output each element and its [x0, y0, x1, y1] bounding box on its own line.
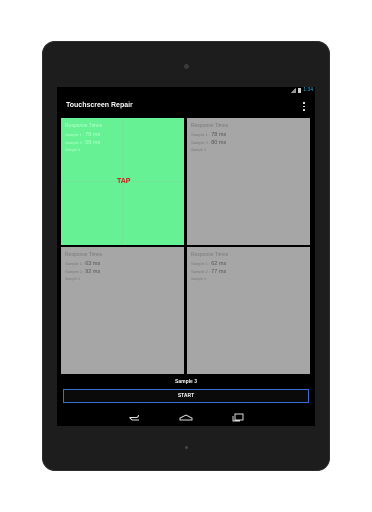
- sample-2-value: 77 ms: [211, 269, 227, 275]
- response-times-label: Response Times: [191, 123, 229, 129]
- touch-test-grid: Response Times Sample 1 : 78 ms Sample 2…: [61, 118, 311, 374]
- touch-cell-3[interactable]: Response Times Sample 1 : 63 ms Sample 2…: [61, 247, 184, 374]
- sample-1-label: Sample 1 :: [65, 261, 85, 266]
- app-title: Touchscreen Repair: [66, 102, 133, 109]
- sample-1-row: Sample 1 : 78 ms: [65, 132, 100, 138]
- sample-2-value: 58 ms: [85, 140, 101, 146]
- tap-indicator: TAP: [117, 178, 131, 185]
- sample-1-label: Sample 1 :: [191, 132, 211, 137]
- sample-1-label: Sample 1 :: [191, 261, 211, 266]
- sample-2-value: 80 ms: [211, 140, 227, 146]
- sample-2-label: Sample 2 :: [191, 140, 211, 145]
- touch-cell-2[interactable]: Response Times Sample 1 : 78 ms Sample 2…: [187, 118, 310, 245]
- sample-2-label: Sample 2 :: [191, 269, 211, 274]
- sample-2-label: Sample 2 :: [65, 140, 85, 145]
- sample-2-value: 92 ms: [85, 269, 101, 275]
- sample-1-row: Sample 1 : 78 ms: [191, 132, 226, 138]
- sample-2-label: Sample 2 :: [65, 269, 85, 274]
- sample-2-row: Sample 2 : 77 ms: [191, 269, 226, 275]
- sample-1-row: Sample 1 : 63 ms: [65, 261, 100, 267]
- status-bar: 1:34: [57, 87, 315, 95]
- action-bar: Touchscreen Repair: [57, 95, 315, 117]
- sample-1-value: 78 ms: [85, 132, 101, 138]
- sample-3-label: Sample 3: [65, 148, 80, 152]
- battery-icon: [298, 88, 302, 93]
- sample-2-row: Sample 2 : 80 ms: [191, 140, 226, 146]
- sample-1-value: 63 ms: [85, 261, 101, 267]
- sensor-dot: [185, 446, 188, 449]
- current-sample-label: Sample 3: [175, 379, 197, 385]
- home-icon[interactable]: [179, 413, 193, 423]
- device-screen: 1:34 Touchscreen Repair Response Times S…: [57, 87, 315, 426]
- status-clock: 1:34: [303, 87, 313, 93]
- camera-icon: [184, 64, 189, 69]
- sample-1-value: 62 ms: [211, 261, 227, 267]
- sample-3-label: Sample 3: [191, 277, 206, 281]
- sample-1-value: 78 ms: [211, 132, 227, 138]
- sample-1-row: Sample 1 : 62 ms: [191, 261, 226, 267]
- response-times-label: Response Times: [65, 252, 103, 258]
- sample-2-row: Sample 2 : 92 ms: [65, 269, 100, 275]
- touch-cell-4[interactable]: Response Times Sample 1 : 62 ms Sample 2…: [187, 247, 310, 374]
- sample-3-label: Sample 3: [65, 277, 80, 281]
- sample-1-label: Sample 1 :: [65, 132, 85, 137]
- sample-2-row: Sample 2 : 58 ms: [65, 140, 100, 146]
- touch-cell-1[interactable]: Response Times Sample 1 : 78 ms Sample 2…: [61, 118, 184, 245]
- overflow-menu-icon[interactable]: [302, 102, 306, 111]
- signal-icon: [291, 88, 297, 93]
- sample-3-label: Sample 3: [191, 148, 206, 152]
- recents-icon[interactable]: [231, 413, 245, 423]
- response-times-label: Response Times: [65, 123, 103, 129]
- navigation-bar: [57, 409, 315, 426]
- start-button[interactable]: START: [63, 389, 309, 403]
- back-icon[interactable]: [127, 413, 141, 423]
- response-times-label: Response Times: [191, 252, 229, 258]
